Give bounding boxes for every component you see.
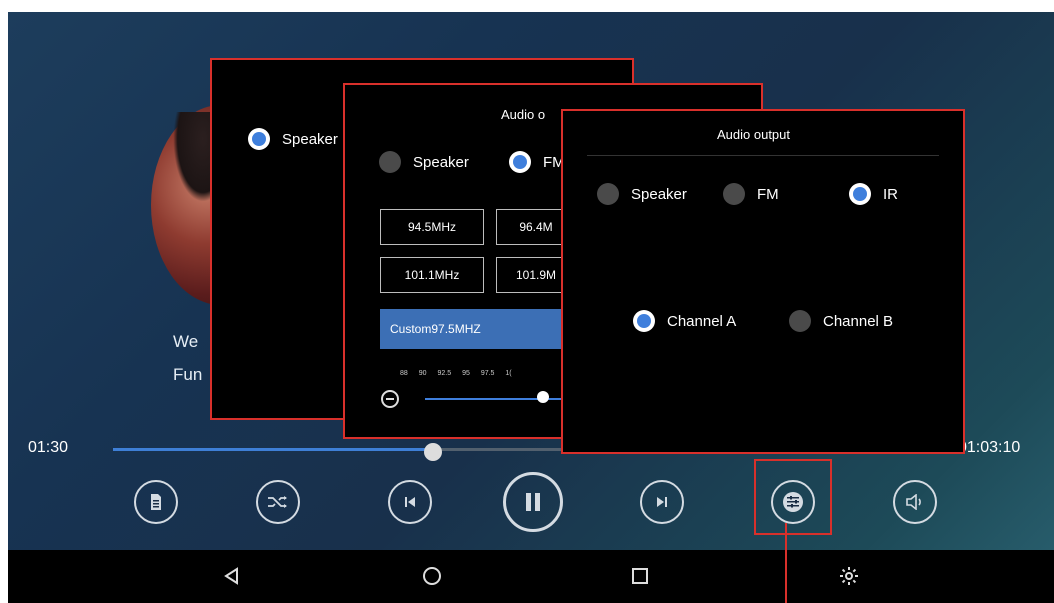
audio-output-panel-3: Audio output Speaker FM IR Channel A Cha… (561, 109, 965, 454)
next-button[interactable] (640, 480, 684, 524)
scale-tick: 92.5 (437, 370, 452, 377)
fm-option[interactable]: FM (723, 183, 779, 205)
nav-back-button[interactable] (218, 562, 246, 590)
progress-fill (113, 448, 433, 451)
scale-tick: 97.5 (480, 370, 495, 377)
radio-unselected-icon (723, 183, 745, 205)
pause-icon (526, 493, 540, 511)
scale-tick: 1( (505, 370, 512, 377)
pause-button[interactable] (503, 472, 563, 532)
callout-line (785, 523, 787, 603)
freq-button-3[interactable]: 101.1MHz (380, 257, 484, 293)
gear-icon (840, 567, 858, 585)
volume-icon (906, 494, 921, 510)
radio-unselected-icon (789, 310, 811, 332)
player-screen: We Fun 01:30 01:03:10 Speaker Audio o Sp… (8, 12, 1054, 603)
fm-option[interactable]: FM (509, 151, 565, 173)
scale-tick: 88 (400, 370, 408, 377)
channel-a-option[interactable]: Channel A (633, 310, 736, 332)
radio-selected-icon (509, 151, 531, 173)
custom-frequency-button[interactable]: Custom97.5MHZ (380, 309, 580, 349)
nav-home-button[interactable] (418, 562, 446, 590)
back-icon (224, 567, 238, 585)
progress-thumb[interactable] (423, 443, 442, 461)
radio-selected-icon (633, 310, 655, 332)
speaker-label: Speaker (631, 185, 687, 203)
divider (587, 155, 939, 156)
previous-button[interactable] (388, 480, 432, 524)
speaker-option[interactable]: Speaker (248, 128, 338, 150)
freq-button-1[interactable]: 94.5MHz (380, 209, 484, 245)
channel-a-label: Channel A (667, 312, 737, 330)
frequency-slider-thumb[interactable] (537, 391, 549, 403)
time-total: 01:03:10 (958, 439, 1021, 456)
shuffle-icon (268, 496, 287, 508)
system-navbar (8, 550, 1054, 603)
playback-controls (8, 470, 1054, 550)
fm-label: FM (757, 185, 779, 203)
frequency-scale: 88 90 92.5 95 97.5 1( (400, 370, 521, 377)
volume-button[interactable] (893, 480, 937, 524)
decrease-frequency-button[interactable] (381, 390, 399, 408)
playlist-button[interactable] (134, 480, 178, 524)
speaker-label: Speaker (282, 130, 338, 148)
channel-b-label: Channel B (823, 312, 894, 330)
panel-title: Audio output (717, 127, 791, 142)
equalizer-highlight-box (754, 459, 832, 535)
nav-recents-button[interactable] (626, 562, 654, 590)
radio-selected-icon (849, 183, 871, 205)
track-artist: Fun (173, 365, 203, 384)
ir-option[interactable]: IR (849, 183, 898, 205)
speaker-option[interactable]: Speaker (379, 151, 469, 173)
time-current: 01:30 (28, 439, 69, 456)
recents-icon (632, 568, 648, 584)
scale-tick: 90 (418, 370, 427, 377)
nav-settings-button[interactable] (835, 562, 863, 590)
radio-unselected-icon (379, 151, 401, 173)
speaker-option[interactable]: Speaker (597, 183, 687, 205)
panel-title: Audio o (501, 107, 546, 122)
ir-label: IR (883, 185, 898, 203)
radio-unselected-icon (597, 183, 619, 205)
shuffle-button[interactable] (256, 480, 300, 524)
home-icon (423, 567, 441, 585)
speaker-label: Speaker (413, 153, 469, 171)
radio-selected-icon (248, 128, 270, 150)
skip-next-icon (657, 497, 667, 507)
scale-tick: 95 (462, 370, 470, 377)
track-title: We (173, 332, 199, 351)
skip-previous-icon (405, 497, 415, 507)
file-icon (151, 494, 161, 510)
channel-b-option[interactable]: Channel B (789, 310, 893, 332)
